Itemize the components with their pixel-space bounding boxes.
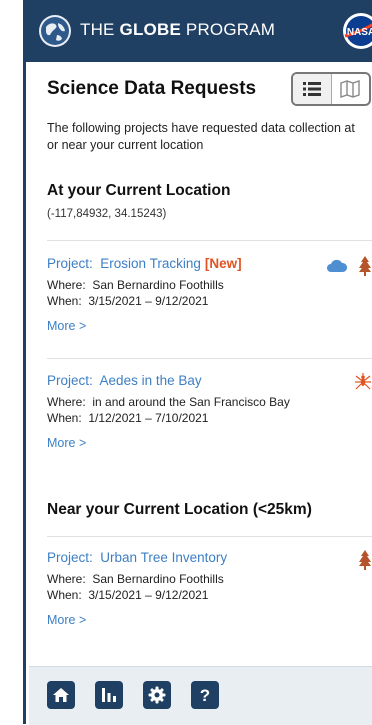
project-when: When: 3/15/2021 – 9/12/2021 — [47, 588, 209, 602]
list-view-button[interactable] — [293, 74, 332, 104]
help-button[interactable]: ? — [191, 681, 219, 709]
project-card-aedes-in-the-bay[interactable]: Project: Aedes in the Bay Where: in and … — [47, 373, 372, 450]
divider — [47, 358, 372, 359]
globe-logo-icon — [39, 15, 71, 47]
left-panel-edge — [0, 0, 26, 724]
divider — [47, 240, 372, 241]
project-when: When: 3/15/2021 – 9/12/2021 — [47, 294, 209, 308]
home-icon — [53, 688, 69, 702]
settings-button[interactable] — [143, 681, 171, 709]
page-title: Science Data Requests — [47, 78, 257, 99]
project-icons — [354, 373, 372, 391]
cloud-icon — [327, 259, 348, 272]
project-card-urban-tree-inventory[interactable]: Project: Urban Tree Inventory Where: San… — [47, 550, 372, 627]
tree-icon — [359, 256, 371, 276]
new-badge: [New] — [204, 256, 242, 271]
mosquito-icon — [355, 373, 371, 390]
project-where: Where: San Bernardino Foothills — [47, 278, 224, 292]
current-location-heading: At your Current Location — [47, 182, 231, 199]
view-toggle — [291, 72, 371, 106]
bottom-nav: ? — [29, 666, 372, 725]
map-view-button[interactable] — [332, 74, 370, 104]
project-where: Where: in and around the San Francisco B… — [47, 395, 290, 409]
chart-icon — [102, 688, 116, 702]
help-icon: ? — [200, 686, 210, 705]
project-title[interactable]: Project: Aedes in the Bay — [47, 373, 372, 388]
svg-text:?: ? — [200, 686, 210, 705]
project-when: When: 1/12/2021 – 7/10/2021 — [47, 411, 209, 425]
project-title[interactable]: Project: Erosion Tracking [New] — [47, 256, 372, 271]
intro-text: The following projects have requested da… — [47, 121, 355, 152]
project-where: Where: San Bernardino Foothills — [47, 572, 224, 586]
list-icon — [302, 82, 321, 96]
project-title[interactable]: Project: Urban Tree Inventory — [47, 550, 372, 565]
app-title: THE GLOBE PROGRAM — [80, 20, 276, 39]
home-button[interactable] — [47, 681, 75, 709]
main-content: Science Data Requests The following proj… — [29, 62, 372, 666]
app-header: THE GLOBE PROGRAM NASA — [26, 0, 372, 62]
project-icons — [326, 256, 372, 276]
near-location-heading: Near your Current Location (<25km) — [47, 501, 312, 518]
settings-icon — [148, 686, 166, 704]
current-coordinates: (-117,84932, 34.15243) — [47, 208, 167, 220]
more-link[interactable]: More > — [47, 319, 372, 333]
svg-text:NASA: NASA — [347, 27, 372, 38]
map-icon — [340, 80, 360, 98]
app-frame: THE GLOBE PROGRAM NASA Science Data Requ… — [0, 0, 372, 725]
nasa-logo-icon: NASA — [343, 13, 372, 49]
project-card-erosion-tracking[interactable]: Project: Erosion Tracking [New] Where: Sa… — [47, 256, 372, 333]
project-icons — [358, 550, 372, 570]
more-link[interactable]: More > — [47, 613, 372, 627]
tree-icon — [359, 550, 371, 570]
charts-button[interactable] — [95, 681, 123, 709]
more-link[interactable]: More > — [47, 436, 372, 450]
divider — [47, 536, 372, 537]
